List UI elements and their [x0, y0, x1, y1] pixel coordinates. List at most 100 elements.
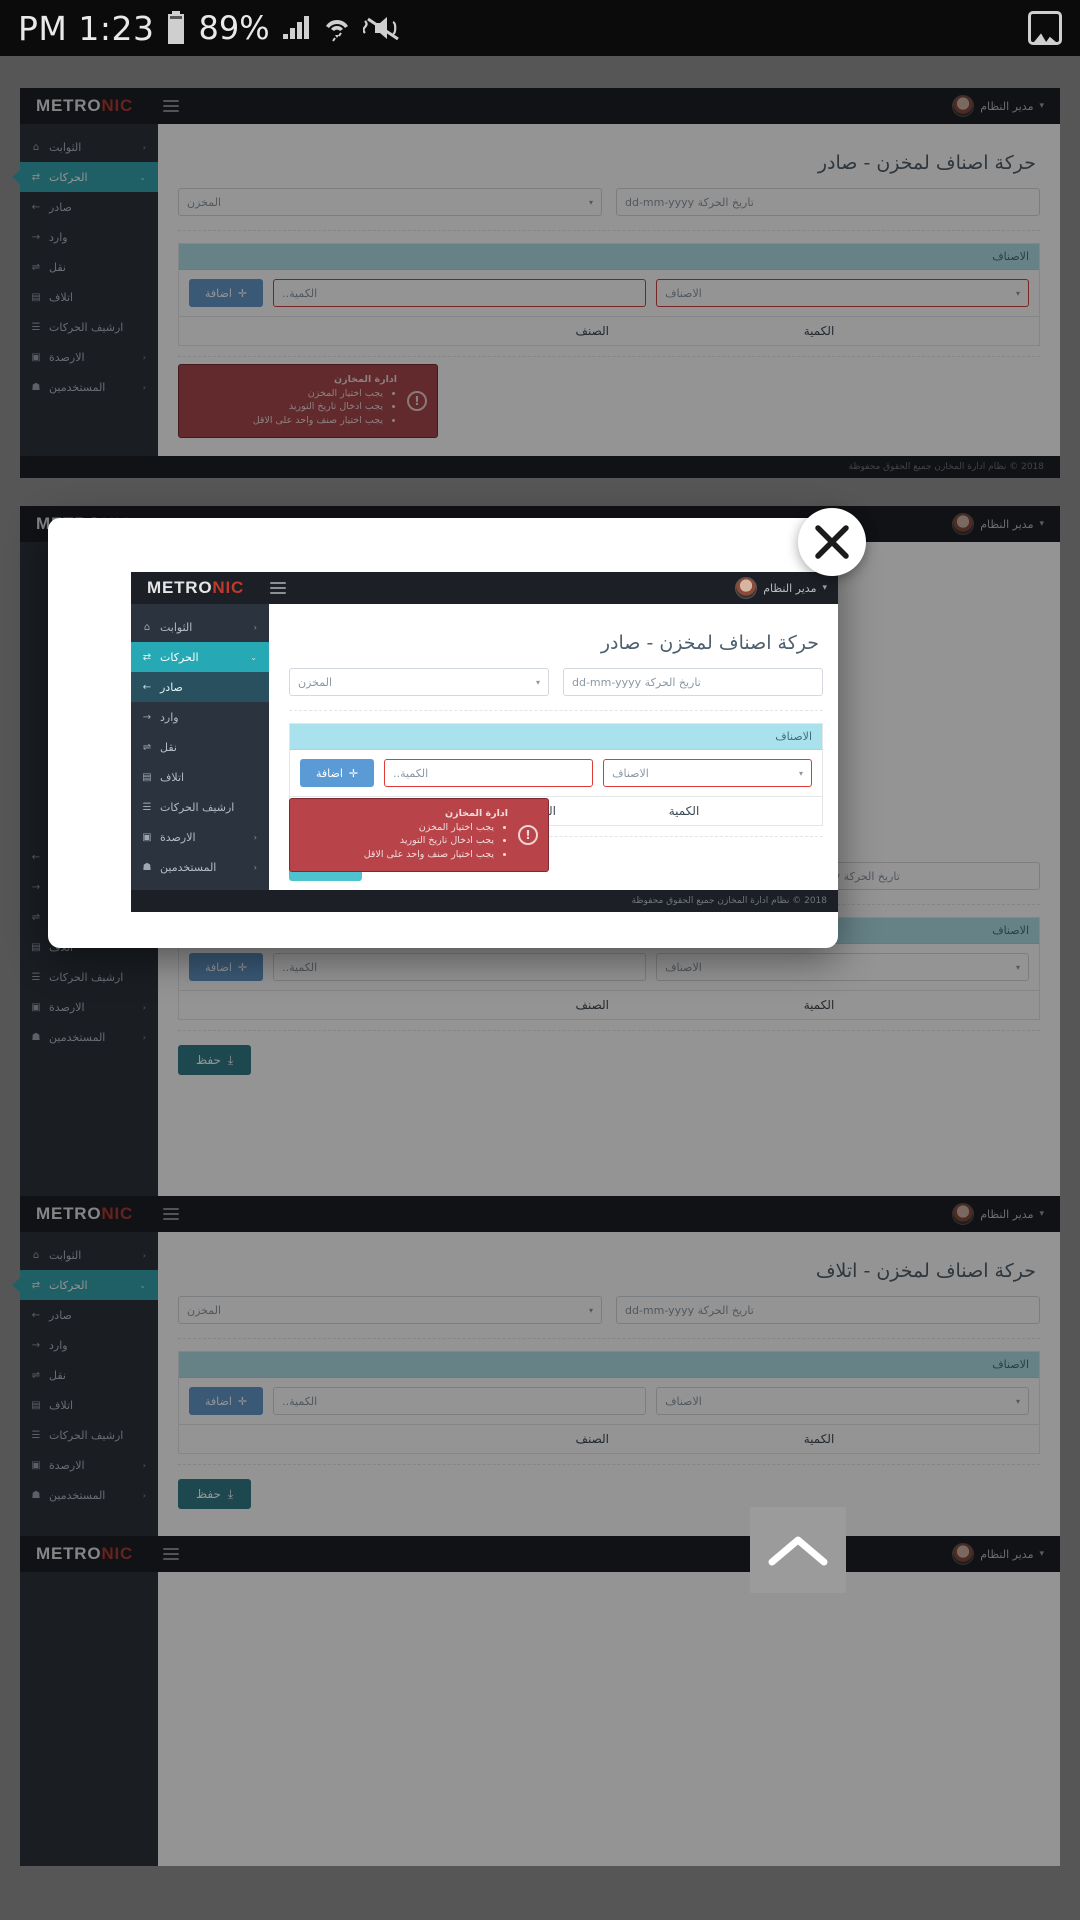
sidebar-item-users[interactable]: ‹ المستخدمين ☗	[20, 1480, 158, 1510]
sidebar-item-naql[interactable]: نقل⇌	[20, 1360, 158, 1390]
sidebar-item-sader[interactable]: صادر←	[20, 192, 158, 222]
sidebar-item-ward[interactable]: وارد→	[131, 702, 269, 732]
movement-date-input[interactable]: تاريخ الحركة dd-mm-yyyy	[616, 1296, 1040, 1324]
sidebar-item-naql[interactable]: نقل⇌	[131, 732, 269, 762]
home-icon: ⌂	[32, 141, 40, 153]
arrow-in-icon: →	[31, 881, 41, 893]
chevron-down-icon: ▾	[588, 197, 593, 207]
user-name: مدير النظام	[980, 1207, 1034, 1221]
sidebar-item-users[interactable]: ‹ المستخدمين ☗	[20, 372, 158, 402]
add-item-button[interactable]: ✛ اضافة	[300, 759, 375, 787]
exchange-icon: ⇄	[31, 1279, 41, 1291]
page-title: حركة اصناف لمخزن - اتلاف	[815, 1260, 1036, 1282]
save-button[interactable]: ⤓حفظ	[178, 1479, 252, 1509]
briefcase-icon: ▣	[31, 351, 41, 363]
sidebar-item-archive[interactable]: ارشيف الحركات ☰	[20, 962, 158, 992]
scroll-to-top-button[interactable]	[750, 1507, 846, 1593]
sidebar-item-ward[interactable]: وارد→	[20, 1330, 158, 1360]
sidebar-item-thawabet[interactable]: ‹ الثوابت ⌂	[20, 1240, 158, 1270]
brand-logo: METRONIC	[36, 1544, 134, 1563]
page-content: حركة اصناف لمخزن - صادر تاريخ الحركة dd-…	[158, 124, 1060, 456]
sidebar-item-sader[interactable]: صادر←	[131, 672, 269, 702]
sidebar-item-thawabet[interactable]: ‹ الثوابت ⌂	[20, 132, 158, 162]
sidebar-item-arsida[interactable]: ‹ الارصدة ▣	[131, 822, 269, 852]
sidebar[interactable]	[20, 1572, 158, 1866]
hamburger-icon[interactable]	[163, 1208, 180, 1220]
sidebar[interactable]: ‹ الثوابت ⌂ ⌄ الحركات ⇄ صادر ← وارد → نقل ⇌ اتل…	[12, 1232, 158, 1586]
chevron-down-icon: ▾	[535, 677, 540, 687]
sidebar-item-archive[interactable]: ارشيف الحركات ☰	[20, 312, 158, 342]
sidebar-item-thawabet[interactable]: ‹ الثوابت ⌂	[131, 612, 269, 642]
wifi-icon	[322, 11, 352, 45]
sidebar-item-archive[interactable]: ارشيف الحركات ☰	[20, 1420, 158, 1450]
add-item-button[interactable]: ✛ اضافة	[189, 1387, 264, 1415]
save-button[interactable]: ⤓حفظ	[178, 1045, 252, 1075]
screenshot-card[interactable]: ▾ مدير النظام METRONIC	[20, 1536, 1060, 1866]
validation-alert: ! ادارة المخازن يجب اختيار المخزن يجب اد…	[178, 363, 438, 438]
screenshot-card[interactable]: ▾ مدير النظام METRONIC حركة اصناف لمخزن …	[12, 88, 1060, 478]
item-select[interactable]: ▾ الاصناف	[656, 1387, 1029, 1415]
hamburger-icon[interactable]	[163, 1548, 180, 1560]
sidebar-item-ward[interactable]: وارد→	[20, 222, 158, 252]
item-select[interactable]: ▾ الاصناف	[656, 279, 1029, 307]
hamburger-icon[interactable]	[270, 582, 287, 594]
chevron-left-icon: ‹	[142, 352, 146, 362]
sidebar-item-arsida[interactable]: ‹ الارصدة ▣	[20, 342, 158, 372]
sidebar[interactable]: ‹ الثوابت ⌂ ⌄ الحركات ⇄ صادر ← وارد → نقل ⇌ اتل…	[12, 124, 158, 456]
user-menu[interactable]: ▾ مدير النظام	[952, 513, 1044, 535]
store-select[interactable]: ▾ المخزن	[289, 668, 549, 696]
quantity-input[interactable]: الكمية..	[273, 279, 647, 307]
users-icon: ☗	[142, 861, 152, 873]
movement-date-input[interactable]: تاريخ الحركة dd-mm-yyyy	[616, 188, 1040, 216]
user-menu[interactable]: ▾ مدير النظام	[952, 1203, 1044, 1225]
page-content: حركة اصناف لمخزن - اتلاف تاريخ الحركة dd…	[158, 1232, 1060, 1586]
screenshot-card[interactable]: ▾ مدير النظام METRONIC حركة اصناف لمخزن …	[12, 1196, 1060, 1586]
divider	[178, 230, 1040, 231]
add-item-button[interactable]: ✛ اضافة	[189, 953, 264, 981]
item-select[interactable]: ▾ الاصناف	[656, 953, 1029, 981]
user-menu[interactable]: ▾ مدير النظام	[952, 95, 1044, 117]
sidebar-item-harakat[interactable]: ⌄ الحركات ⇄	[131, 642, 269, 672]
signal-icon	[281, 11, 311, 45]
quantity-input[interactable]: الكمية..	[273, 1387, 647, 1415]
sidebar-item-naql[interactable]: نقل⇌	[20, 252, 158, 282]
screenshot-list-screen[interactable]: ▾ مدير النظام METRONIC حركة اصناف لمخزن …	[0, 56, 1080, 1920]
sidebar-item-arsida[interactable]: ‹ الارصدة ▣	[20, 1450, 158, 1480]
sidebar-item-harakat[interactable]: ⌄ الحركات ⇄	[12, 1270, 158, 1300]
sidebar-item-arsida[interactable]: ‹ الارصدة ▣	[20, 992, 158, 1022]
save-row: ⤓حفظ	[178, 1045, 1040, 1075]
sidebar-item-users[interactable]: ‹ المستخدمين ☗	[131, 852, 269, 882]
sidebar-item-itlaf[interactable]: اتلاف▤	[131, 762, 269, 792]
store-select[interactable]: ▾ المخزن	[178, 1296, 602, 1324]
add-item-button[interactable]: ✛ اضافة	[189, 279, 264, 307]
arrow-in-icon: →	[31, 231, 41, 243]
preview-image[interactable]: ▾ مدير النظام METRONIC حركة اصناف لمخزن …	[131, 572, 838, 912]
divider	[178, 1338, 1040, 1339]
chevron-down-icon: ⌄	[139, 172, 146, 182]
quantity-input[interactable]: الكمية..	[273, 953, 647, 981]
sidebar-item-sader[interactable]: صادر←	[20, 1300, 158, 1330]
col-item: الصنف	[575, 998, 609, 1012]
avatar	[735, 577, 758, 599]
sidebar-item-itlaf[interactable]: اتلاف▤	[20, 282, 158, 312]
battery-percent: 89%	[198, 9, 270, 47]
user-menu[interactable]: ▾ مدير النظام	[952, 1543, 1044, 1565]
user-name: مدير النظام	[980, 517, 1034, 531]
quantity-input[interactable]: الكمية..	[384, 759, 594, 787]
sidebar-item-archive[interactable]: ارشيف الحركات ☰	[131, 792, 269, 822]
user-menu[interactable]: ▾ مدير النظام	[735, 577, 827, 599]
chevron-down-icon: ▾	[1039, 1209, 1044, 1219]
item-select[interactable]: ▾ الاصناف	[603, 759, 812, 787]
movement-date-input[interactable]: تاريخ الحركة dd-mm-yyyy	[563, 668, 823, 696]
users-icon: ☗	[31, 381, 41, 393]
store-select[interactable]: ▾ المخزن	[178, 188, 602, 216]
hamburger-icon[interactable]	[163, 100, 180, 112]
sidebar-item-users[interactable]: ‹ المستخدمين ☗	[20, 1022, 158, 1052]
briefcase-icon: ▣	[142, 831, 152, 843]
chevron-left-icon: ‹	[142, 1002, 146, 1012]
sidebar[interactable]: ‹ الثوابت ⌂ ⌄ الحركات ⇄ صادر ← وارد → نقل ⇌ اتل…	[131, 604, 269, 890]
sidebar-item-itlaf[interactable]: اتلاف▤	[20, 1390, 158, 1420]
plus-icon: ✛	[237, 1394, 248, 1408]
close-modal-button[interactable]	[798, 508, 866, 576]
sidebar-item-harakat[interactable]: ⌄ الحركات ⇄	[12, 162, 158, 192]
